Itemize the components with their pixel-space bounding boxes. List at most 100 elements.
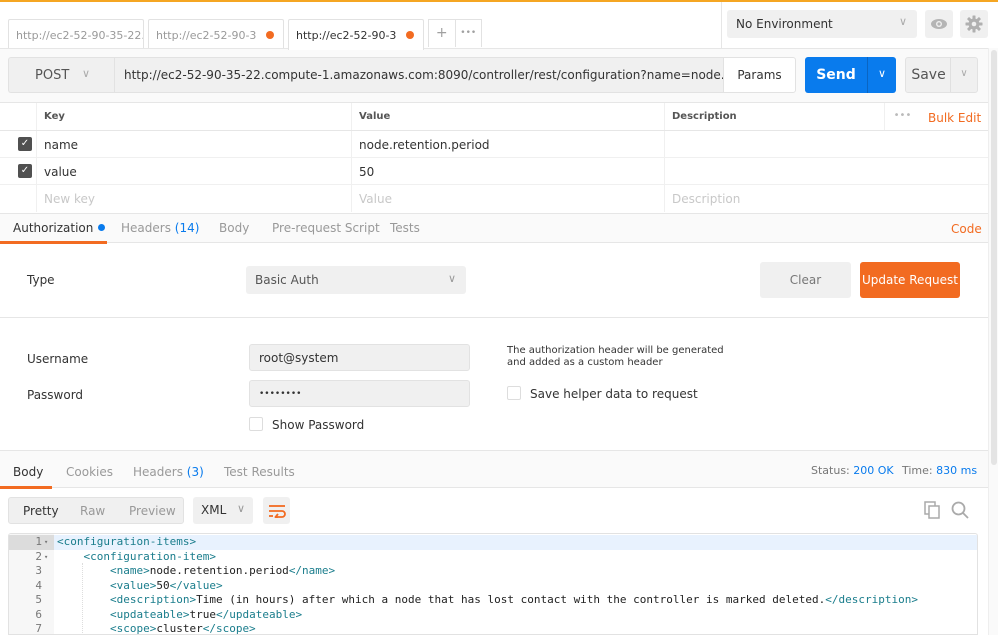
bulk-edit-link[interactable]: Bulk Edit — [928, 111, 981, 125]
settings-button[interactable] — [960, 10, 988, 38]
response-time: Time: 830 ms — [902, 464, 977, 477]
username-label: Username — [27, 352, 89, 366]
new-key-input[interactable]: New key — [36, 185, 351, 212]
request-tab-active[interactable]: http://ec2-52-90-35-22.compute-1 — [288, 19, 424, 50]
xml-text: true — [189, 607, 216, 621]
fold-toggle-icon[interactable]: ▾ — [44, 550, 48, 565]
tab-headers-label: Headers — [121, 221, 171, 235]
tab-prerequest-script[interactable]: Pre-request Script — [272, 221, 380, 235]
format-pretty[interactable]: Pretty — [23, 504, 59, 518]
save-helper-checkbox[interactable] — [507, 386, 521, 400]
param-description-input[interactable] — [664, 158, 988, 184]
response-tab-headers[interactable]: Headers (3) — [133, 465, 204, 479]
tab-authorization[interactable]: Authorization — [13, 221, 106, 235]
request-tab-label: http://ec2-52-90-35-22.compute-1 — [296, 29, 396, 42]
xml-text: cluster — [156, 622, 203, 635]
tab-body[interactable]: Body — [219, 221, 249, 235]
params-row: ✓ name node.retention.period — [0, 131, 988, 158]
xml-open-tag: <value> — [109, 578, 157, 592]
xml-text: 50 — [156, 578, 170, 592]
param-enabled-checkbox[interactable]: ✓ — [18, 137, 32, 151]
param-value-input[interactable]: 50 — [351, 158, 664, 184]
unsaved-dot-icon — [266, 31, 274, 39]
code-line: 7 <scope>cluster</scope> — [9, 622, 977, 635]
response-tab-cookies[interactable]: Cookies — [66, 465, 113, 479]
password-input[interactable]: •••••••• — [249, 380, 470, 407]
generate-code-link[interactable]: Code — [951, 222, 982, 236]
param-value-input[interactable]: node.retention.period — [351, 131, 664, 157]
status-label: Status: — [811, 464, 850, 477]
params-button[interactable]: Params — [723, 57, 796, 93]
environment-quick-look-button[interactable] — [925, 10, 953, 38]
auth-type-section: Type Basic Auth ∨ Clear Update Request — [0, 243, 988, 318]
request-tab[interactable]: http://ec2-52-90-35-22.compute-1 — [8, 19, 144, 49]
active-dot-icon — [98, 224, 106, 231]
update-request-button[interactable]: Update Request — [860, 262, 960, 298]
environment-bar: No Environment ∨ — [722, 2, 998, 48]
code-line: 2 ▾ <configuration-item> — [9, 550, 977, 565]
response-status: Status: 200 OK — [811, 464, 894, 477]
code-text: <scope>cluster</scope> — [57, 622, 256, 635]
auth-help-line: and added as a custom header — [507, 357, 663, 368]
eye-icon — [931, 19, 947, 29]
auth-type-select[interactable]: Basic Auth ∨ — [246, 266, 466, 294]
url-input[interactable]: http://ec2-52-90-35-22.compute-1.amazona… — [114, 57, 724, 93]
main-scrollbar[interactable] — [988, 48, 998, 635]
response-body-editor[interactable]: 1 ▾ <configuration-items> 2 ▾ <configuration… — [8, 533, 978, 635]
request-tab-strip: http://ec2-52-90-35-22.compute-1 http://… — [0, 2, 722, 50]
response-toolbar: Pretty Raw Preview XML ∨ — [0, 488, 988, 532]
save-button[interactable]: Save — [906, 58, 951, 92]
auth-type-value: Basic Auth — [255, 273, 319, 287]
time-label: Time: — [902, 464, 933, 477]
request-subtabs: Authorization Headers (14) Body Pre-requ… — [0, 213, 988, 244]
send-options-dropdown[interactable]: ∨ — [867, 57, 896, 93]
method-select[interactable]: POST ∨ — [8, 57, 114, 93]
code-line: 6 <updateable>true</updateable> — [9, 607, 977, 623]
unsaved-dot-icon — [406, 31, 414, 39]
params-row: ✓ value 50 — [0, 158, 988, 185]
new-tab-button[interactable]: + — [429, 20, 456, 47]
line-number: 6 — [35, 607, 42, 621]
params-more-button[interactable]: ••• — [884, 103, 920, 130]
tab-tests[interactable]: Tests — [390, 221, 420, 235]
send-button[interactable]: Send — [805, 57, 867, 93]
new-value-input[interactable]: Value — [351, 185, 664, 212]
response-tab-body[interactable]: Body — [13, 465, 43, 479]
response-tab-test-results[interactable]: Test Results — [224, 465, 295, 479]
fold-toggle-icon[interactable]: ▾ — [44, 535, 48, 550]
copy-icon[interactable] — [924, 501, 942, 519]
tab-headers[interactable]: Headers (14) — [121, 221, 199, 235]
new-description-input[interactable]: Description — [664, 185, 988, 212]
param-key-input[interactable]: value — [36, 158, 351, 184]
param-key-input[interactable]: name — [36, 131, 351, 157]
format-preview[interactable]: Preview — [129, 504, 176, 518]
wrap-lines-button[interactable] — [263, 497, 290, 524]
credentials-section: Username root@system Password •••••••• S… — [0, 318, 988, 450]
show-password-checkbox[interactable] — [249, 417, 263, 431]
format-raw[interactable]: Raw — [80, 504, 105, 518]
value-column-header: Value — [351, 103, 664, 130]
param-description-input[interactable] — [664, 131, 988, 157]
show-password-label: Show Password — [272, 418, 365, 432]
username-input[interactable]: root@system — [249, 344, 470, 371]
language-select[interactable]: XML ∨ — [193, 497, 253, 524]
more-tabs-button[interactable]: ••• — [456, 20, 482, 47]
key-column-header: Key — [36, 103, 351, 130]
response-tabs: Body Cookies Headers (3) Test Results St… — [0, 450, 988, 489]
xml-open-tag: <name> — [109, 564, 150, 577]
xml-close-tag: </description> — [825, 593, 918, 606]
request-tab[interactable]: http://ec2-52-90-35-22.compute-1 — [148, 19, 284, 49]
param-enabled-checkbox[interactable]: ✓ — [18, 164, 32, 178]
save-options-dropdown[interactable]: ∨ — [950, 58, 977, 92]
search-icon[interactable] — [951, 501, 969, 519]
clear-button[interactable]: Clear — [760, 262, 851, 298]
scrollbar-thumb[interactable] — [991, 50, 997, 465]
code-text: <configuration-items> — [57, 535, 196, 550]
environment-select[interactable]: No Environment ∨ — [727, 10, 917, 38]
code-text: <updateable>true</updateable> — [57, 608, 302, 623]
line-number: 5 — [35, 593, 42, 606]
line-number: 3 — [35, 564, 42, 577]
